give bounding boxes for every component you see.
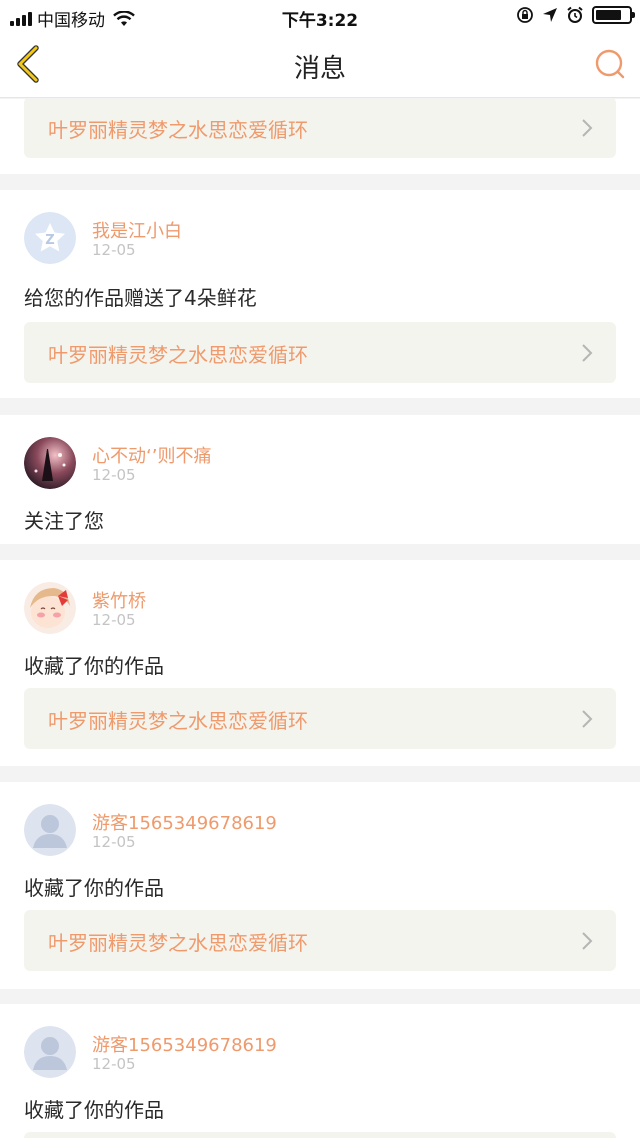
username[interactable]: 心不动‘’则不痛	[92, 442, 211, 468]
message-text: 收藏了你的作品	[24, 654, 164, 678]
svg-text:Z: Z	[45, 233, 54, 248]
message-date: 12-05	[92, 611, 136, 629]
chevron-right-icon	[582, 119, 593, 137]
work-link[interactable]: 叶罗丽精灵梦之水思恋爱循环	[24, 910, 616, 971]
message-card: Z 我是江小白 12-05 给您的作品赠送了4朵鲜花 叶罗丽精灵梦之水思恋爱循环	[0, 190, 640, 398]
message-card: 叶罗丽精灵梦之水思恋爱循环	[0, 99, 640, 174]
message-date: 12-05	[92, 833, 136, 851]
work-link-label: 叶罗丽精灵梦之水思恋爱循环	[48, 931, 308, 955]
message-card: 心不动‘’则不痛 12-05 关注了您	[0, 415, 640, 544]
work-link[interactable]: 叶罗丽精灵梦之水思恋爱循环	[24, 322, 616, 383]
location-icon	[543, 8, 557, 22]
username[interactable]: 游客1565349678619	[92, 1031, 277, 1057]
battery-icon	[592, 6, 635, 24]
avatar[interactable]	[24, 582, 76, 634]
alarm-icon	[567, 6, 583, 23]
search-icon[interactable]	[592, 46, 628, 82]
message-text: 收藏了你的作品	[24, 1098, 164, 1122]
chevron-right-icon	[582, 344, 593, 362]
username[interactable]: 游客1565349678619	[92, 809, 277, 835]
work-link[interactable]	[24, 1132, 616, 1138]
message-card: 游客1565349678619 12-05 收藏了你的作品	[0, 1004, 640, 1138]
chevron-right-icon	[582, 710, 593, 728]
message-card: 游客1565349678619 12-05 收藏了你的作品 叶罗丽精灵梦之水思恋…	[0, 782, 640, 989]
avatar[interactable]	[24, 437, 76, 489]
username[interactable]: 紫竹桥	[92, 587, 146, 613]
work-link-label: 叶罗丽精灵梦之水思恋爱循环	[48, 709, 308, 733]
work-link-label: 叶罗丽精灵梦之水思恋爱循环	[48, 343, 308, 367]
page-title: 消息	[293, 54, 346, 84]
message-text: 给您的作品赠送了4朵鲜花	[24, 286, 257, 310]
work-link-label: 叶罗丽精灵梦之水思恋爱循环	[48, 118, 308, 142]
message-text: 关注了您	[24, 509, 104, 533]
message-date: 12-05	[92, 466, 136, 484]
message-date: 12-05	[92, 1055, 136, 1073]
avatar[interactable]	[24, 1026, 76, 1078]
nav-bar: 消息	[0, 32, 640, 98]
status-right	[516, 6, 635, 24]
avatar[interactable]: Z	[24, 212, 76, 264]
username[interactable]: 我是江小白	[92, 217, 182, 243]
orientation-lock-icon	[517, 7, 533, 23]
chevron-right-icon	[582, 932, 593, 950]
message-text: 收藏了你的作品	[24, 876, 164, 900]
status-bar: 中国移动 下午3:22	[0, 0, 640, 32]
message-feed[interactable]: 叶罗丽精灵梦之水思恋爱循环 Z 我是江小白 12-05 给您的作品赠送了4朵鲜花…	[0, 99, 640, 1138]
avatar[interactable]	[24, 804, 76, 856]
message-card: 紫竹桥 12-05 收藏了你的作品 叶罗丽精灵梦之水思恋爱循环	[0, 560, 640, 766]
work-link[interactable]: 叶罗丽精灵梦之水思恋爱循环	[24, 99, 616, 158]
message-date: 12-05	[92, 241, 136, 259]
work-link[interactable]: 叶罗丽精灵梦之水思恋爱循环	[24, 688, 616, 749]
